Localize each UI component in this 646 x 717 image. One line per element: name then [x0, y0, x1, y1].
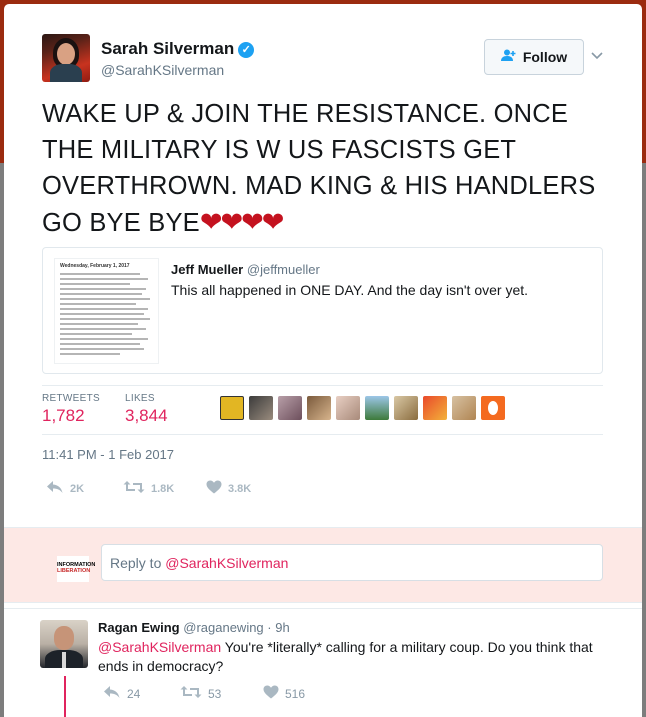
thread-line — [64, 676, 66, 717]
quoted-author-handle: @jeffmueller — [246, 262, 320, 277]
quoted-image-title: Wednesday, February 1, 2017 — [60, 263, 130, 269]
retweet-action[interactable]: 1.8K — [123, 480, 174, 498]
quoted-tweet-image[interactable]: Wednesday, February 1, 2017 — [54, 258, 159, 364]
reply-tweet-retweet-count: 53 — [208, 687, 222, 701]
likes-label[interactable]: LIKES — [125, 393, 155, 404]
reply-tweet-like-count: 516 — [285, 687, 306, 701]
reply-author[interactable]: Ragan Ewing @raganewing · 9h — [98, 620, 290, 635]
retweets-label[interactable]: RETWEETS — [42, 393, 100, 404]
tweet-card: Sarah Silverman ✓ @SarahKSilverman Follow… — [4, 4, 642, 717]
verified-badge-icon: ✓ — [238, 42, 255, 58]
quoted-author-name: Jeff Mueller — [171, 262, 244, 277]
reply-tweet-text: @SarahKSilverman You're *literally* call… — [98, 638, 618, 676]
reply-action[interactable]: 2K — [46, 480, 84, 498]
reply-placeholder-mention: @SarahKSilverman — [165, 555, 289, 571]
reply-input[interactable]: Reply to @SarahKSilverman — [101, 544, 603, 581]
retweets-count[interactable]: 1,782 — [42, 406, 85, 426]
current-user-avatar[interactable]: INFORMATION LIBERATION — [57, 556, 95, 582]
quoted-author: Jeff Mueller @jeffmueller — [171, 262, 320, 277]
divider — [42, 434, 603, 435]
reply-count: 2K — [70, 483, 85, 495]
liker-avatar[interactable] — [423, 396, 447, 420]
liker-avatar[interactable] — [220, 396, 244, 420]
heart-icon — [263, 685, 279, 703]
reply-tweet-reply-count: 24 — [127, 687, 141, 701]
like-count: 3.8K — [228, 483, 252, 495]
retweet-icon — [180, 685, 202, 703]
liker-avatar[interactable] — [278, 396, 302, 420]
avatar-text-liberation: LIBERATION — [57, 568, 91, 574]
divider — [4, 608, 642, 609]
retweet-icon — [123, 480, 145, 498]
heart-emoji-icon: ❤❤❤❤ — [199, 207, 284, 237]
tweet-body: WAKE UP & JOIN THE RESISTANCE. ONCE THE … — [42, 100, 596, 237]
liker-avatar[interactable] — [481, 396, 505, 420]
quoted-tweet-text: This all happened in ONE DAY. And the da… — [171, 282, 529, 298]
author-avatar[interactable] — [42, 34, 90, 82]
like-action[interactable]: 3.8K — [206, 480, 251, 498]
chevron-down-icon[interactable] — [590, 48, 604, 62]
liker-avatar[interactable] — [365, 396, 389, 420]
reply-composer: INFORMATION LIBERATION Reply to @SarahKS… — [4, 527, 642, 603]
follow-button[interactable]: Follow — [484, 39, 584, 75]
reply-author-avatar[interactable] — [40, 620, 88, 668]
liker-avatar[interactable] — [336, 396, 360, 420]
tweet-timestamp[interactable]: 11:41 PM - 1 Feb 2017 — [42, 447, 174, 462]
divider — [42, 385, 603, 386]
reply-icon — [103, 685, 121, 703]
liker-avatar[interactable] — [307, 396, 331, 420]
liker-avatar[interactable] — [394, 396, 418, 420]
reply-mention-link[interactable]: @SarahKSilverman — [98, 639, 221, 655]
reply-tweet-reply-action[interactable]: 24 — [103, 685, 140, 703]
reply-tweet-retweet-action[interactable]: 53 — [180, 685, 221, 703]
quoted-tweet[interactable]: Wednesday, February 1, 2017 Jeff Mueller… — [42, 247, 603, 374]
author-name-text[interactable]: Sarah Silverman — [101, 39, 234, 58]
tweet-text: WAKE UP & JOIN THE RESISTANCE. ONCE THE … — [42, 96, 612, 241]
retweet-count: 1.8K — [151, 483, 175, 495]
reply-placeholder: Reply to — [110, 555, 166, 571]
likers-avatars — [220, 396, 505, 420]
likes-count[interactable]: 3,844 — [125, 406, 168, 426]
follow-button-label: Follow — [522, 49, 568, 65]
reply-icon — [46, 480, 64, 498]
author-handle[interactable]: @SarahKSilverman — [101, 62, 224, 78]
liker-avatar[interactable] — [249, 396, 273, 420]
liker-avatar[interactable] — [452, 396, 476, 420]
author-name[interactable]: Sarah Silverman ✓ — [101, 39, 255, 59]
heart-icon — [206, 480, 222, 498]
follow-user-icon — [500, 49, 517, 65]
reply-author-handle[interactable]: @raganewing · 9h — [183, 620, 289, 635]
reply-tweet-like-action[interactable]: 516 — [263, 685, 305, 703]
reply-author-name[interactable]: Ragan Ewing — [98, 620, 180, 635]
